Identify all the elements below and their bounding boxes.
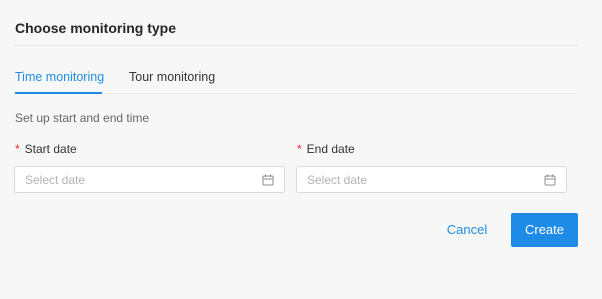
start-date-picker[interactable]: Select date (14, 166, 285, 193)
required-marker: * (15, 142, 20, 156)
active-tab-indicator (15, 92, 102, 94)
end-date-placeholder: Select date (307, 173, 368, 187)
monitoring-type-dialog: Choose monitoring type Time monitoring T… (0, 0, 602, 299)
time-hint: Set up start and end time (15, 111, 150, 125)
tab-time-monitoring[interactable]: Time monitoring (15, 70, 104, 84)
start-date-label-text: Start date (24, 142, 77, 156)
calendar-icon[interactable] (262, 174, 274, 186)
cancel-button[interactable]: Cancel (436, 213, 498, 247)
monitoring-tabs: Time monitoring Tour monitoring (15, 60, 577, 94)
end-date-label-text: End date (306, 142, 355, 156)
end-date-picker[interactable]: Select date (296, 166, 567, 193)
tab-tour-monitoring[interactable]: Tour monitoring (129, 70, 215, 84)
create-button[interactable]: Create (511, 213, 578, 247)
required-marker: * (297, 142, 302, 156)
end-date-label: * End date (297, 142, 355, 156)
dialog-title: Choose monitoring type (15, 20, 176, 36)
calendar-icon[interactable] (544, 174, 556, 186)
start-date-placeholder: Select date (25, 173, 86, 187)
title-divider (15, 45, 577, 46)
start-date-label: * Start date (15, 142, 77, 156)
